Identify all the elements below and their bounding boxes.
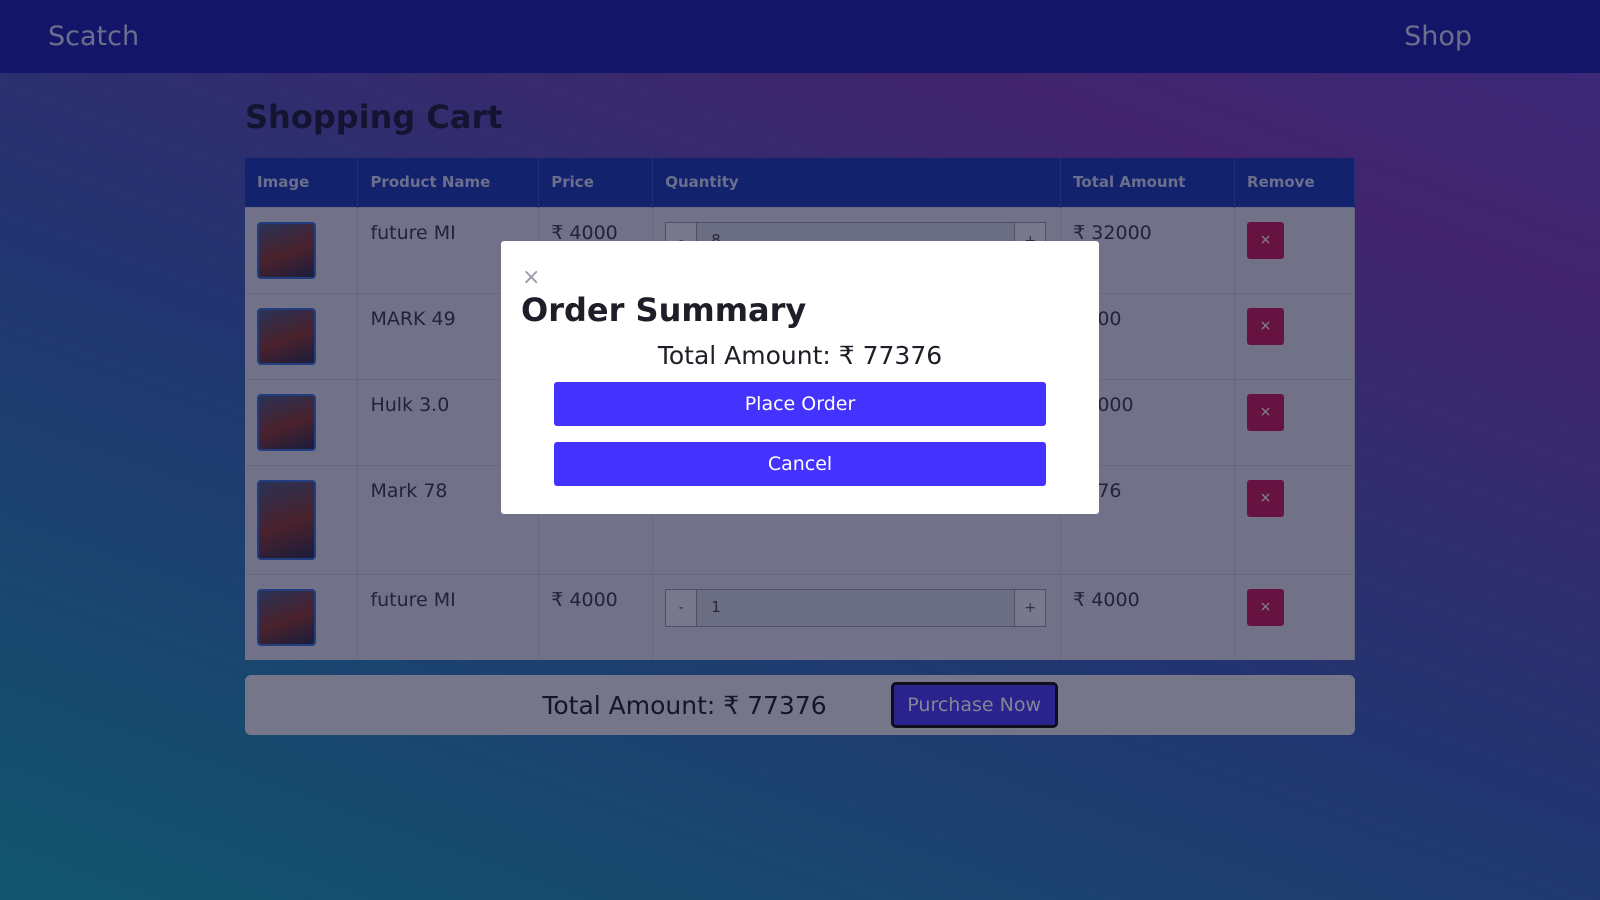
cancel-button[interactable]: Cancel [554,442,1046,486]
order-summary-modal: × Order Summary Total Amount: ₹ 77376 Pl… [501,241,1099,514]
modal-total-amount: Total Amount: ₹ 77376 [657,341,943,370]
place-order-button[interactable]: Place Order [554,382,1046,426]
modal-title: Order Summary [521,291,807,329]
close-icon[interactable]: × [522,265,540,290]
